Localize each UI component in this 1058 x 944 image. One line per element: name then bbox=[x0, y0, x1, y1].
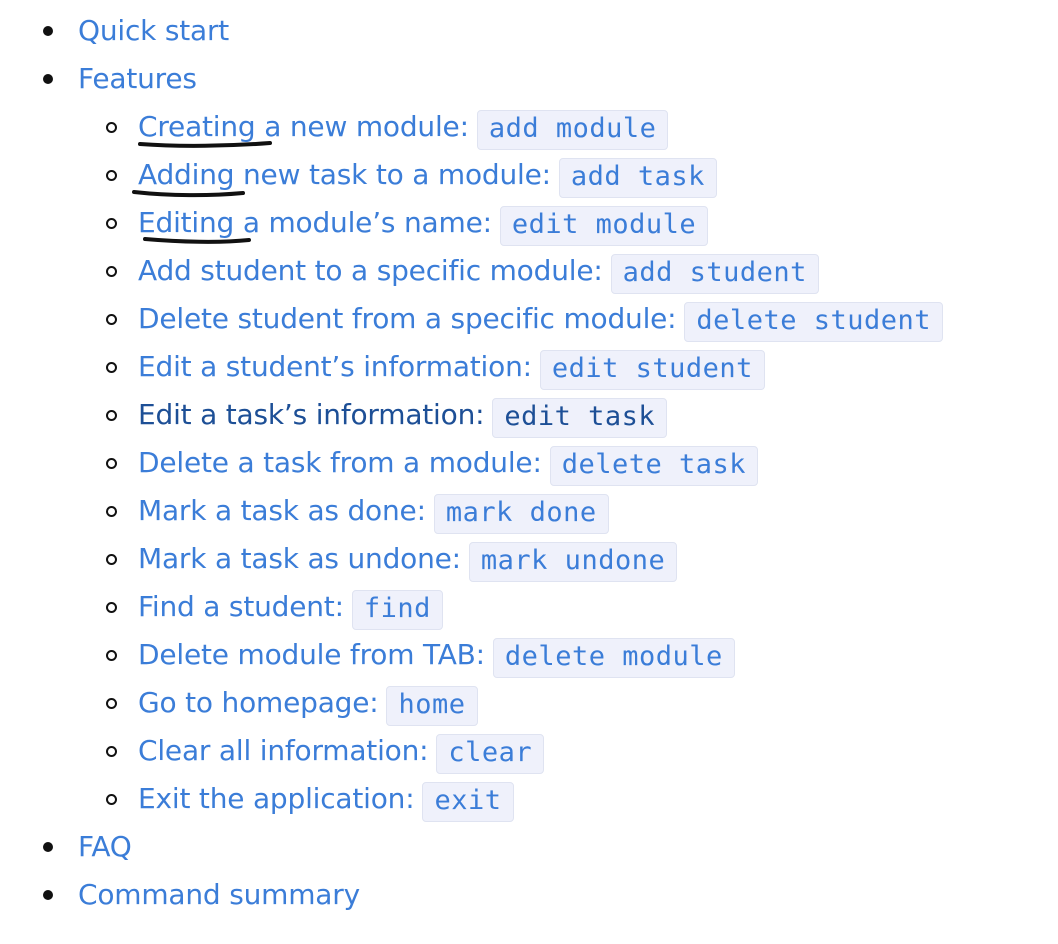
list-item: Clear all information: clear bbox=[78, 727, 1058, 775]
toc-item-faq: FAQ bbox=[0, 823, 1058, 871]
command-code: add task bbox=[558, 157, 717, 198]
command-code: delete task bbox=[549, 445, 758, 486]
command-code: add student bbox=[610, 253, 819, 294]
list-item: Delete a task from a module: delete task bbox=[78, 439, 1058, 487]
table-of-contents: Quick start Features Creating a new modu… bbox=[0, 7, 1058, 919]
command-code: edit task bbox=[492, 397, 668, 438]
creating-module-link[interactable]: Creating a new module: bbox=[138, 110, 469, 143]
toc-item-quick-start: Quick start bbox=[0, 7, 1058, 55]
edit-task-link[interactable]: Edit a task’s information: bbox=[138, 398, 485, 431]
circle-bullet bbox=[106, 266, 117, 277]
find-student-link[interactable]: Find a student: bbox=[138, 590, 344, 623]
command-summary-link[interactable]: Command summary bbox=[78, 878, 360, 911]
mark-done-link[interactable]: Mark a task as done: bbox=[138, 494, 426, 527]
disc-bullet bbox=[43, 26, 53, 36]
list-item: Mark a task as undone: mark undone bbox=[78, 535, 1058, 583]
circle-bullet bbox=[106, 410, 117, 421]
circle-bullet bbox=[106, 314, 117, 325]
circle-bullet bbox=[106, 506, 117, 517]
list-item: Add student to a specific module: add stu… bbox=[78, 247, 1058, 295]
editing-module-link[interactable]: Editing a module’s name: bbox=[138, 206, 492, 239]
features-link[interactable]: Features bbox=[78, 62, 197, 95]
circle-bullet bbox=[106, 602, 117, 613]
mark-undone-link[interactable]: Mark a task as undone: bbox=[138, 542, 461, 575]
circle-bullet bbox=[106, 362, 117, 373]
list-item: Mark a task as done: mark done bbox=[78, 487, 1058, 535]
disc-bullet bbox=[43, 74, 53, 84]
list-item: Exit the application: exit bbox=[78, 775, 1058, 823]
command-code: delete module bbox=[492, 637, 735, 678]
command-code: edit module bbox=[499, 205, 709, 246]
command-code: exit bbox=[422, 781, 514, 822]
circle-bullet bbox=[106, 650, 117, 661]
circle-bullet bbox=[106, 122, 117, 133]
circle-bullet bbox=[106, 698, 117, 709]
edit-student-link[interactable]: Edit a student’s information: bbox=[138, 350, 532, 383]
toc-item-features: Features Creating a new module: add modul… bbox=[0, 55, 1058, 823]
circle-bullet bbox=[106, 794, 117, 805]
exit-link[interactable]: Exit the application: bbox=[138, 782, 415, 815]
list-item: Edit a task’s information: edit task bbox=[78, 391, 1058, 439]
faq-link[interactable]: FAQ bbox=[78, 830, 132, 863]
add-student-link[interactable]: Add student to a specific module: bbox=[138, 254, 603, 287]
list-item: Edit a student’s information: edit studen… bbox=[78, 343, 1058, 391]
command-code: clear bbox=[436, 733, 545, 774]
command-code: home bbox=[386, 685, 478, 726]
list-item: Go to homepage: home bbox=[78, 679, 1058, 727]
command-code: find bbox=[351, 589, 443, 630]
delete-module-link[interactable]: Delete module from TAB: bbox=[138, 638, 485, 671]
list-item: Creating a new module: add module bbox=[78, 103, 1058, 151]
command-code: edit student bbox=[539, 349, 765, 390]
circle-bullet bbox=[106, 554, 117, 565]
command-code: add module bbox=[476, 109, 669, 150]
circle-bullet bbox=[106, 458, 117, 469]
adding-task-link[interactable]: Adding new task to a module: bbox=[138, 158, 551, 191]
delete-student-link[interactable]: Delete student from a specific module: bbox=[138, 302, 677, 335]
list-item: Adding new task to a module: add task bbox=[78, 151, 1058, 199]
homepage-link[interactable]: Go to homepage: bbox=[138, 686, 379, 719]
list-item: Delete student from a specific module: de… bbox=[78, 295, 1058, 343]
command-code: mark undone bbox=[468, 541, 678, 582]
command-code: delete student bbox=[684, 301, 943, 342]
disc-bullet bbox=[43, 890, 53, 900]
disc-bullet bbox=[43, 842, 53, 852]
circle-bullet bbox=[106, 170, 117, 181]
list-item: Delete module from TAB: delete module bbox=[78, 631, 1058, 679]
circle-bullet bbox=[106, 218, 117, 229]
command-code: mark done bbox=[433, 493, 609, 534]
features-sublist: Creating a new module: add module Adding … bbox=[78, 103, 1058, 823]
list-item: Find a student: find bbox=[78, 583, 1058, 631]
circle-bullet bbox=[106, 746, 117, 757]
quick-start-link[interactable]: Quick start bbox=[78, 14, 229, 47]
delete-task-link[interactable]: Delete a task from a module: bbox=[138, 446, 542, 479]
toc-item-command-summary: Command summary bbox=[0, 871, 1058, 919]
clear-link[interactable]: Clear all information: bbox=[138, 734, 429, 767]
list-item: Editing a module’s name: edit module bbox=[78, 199, 1058, 247]
